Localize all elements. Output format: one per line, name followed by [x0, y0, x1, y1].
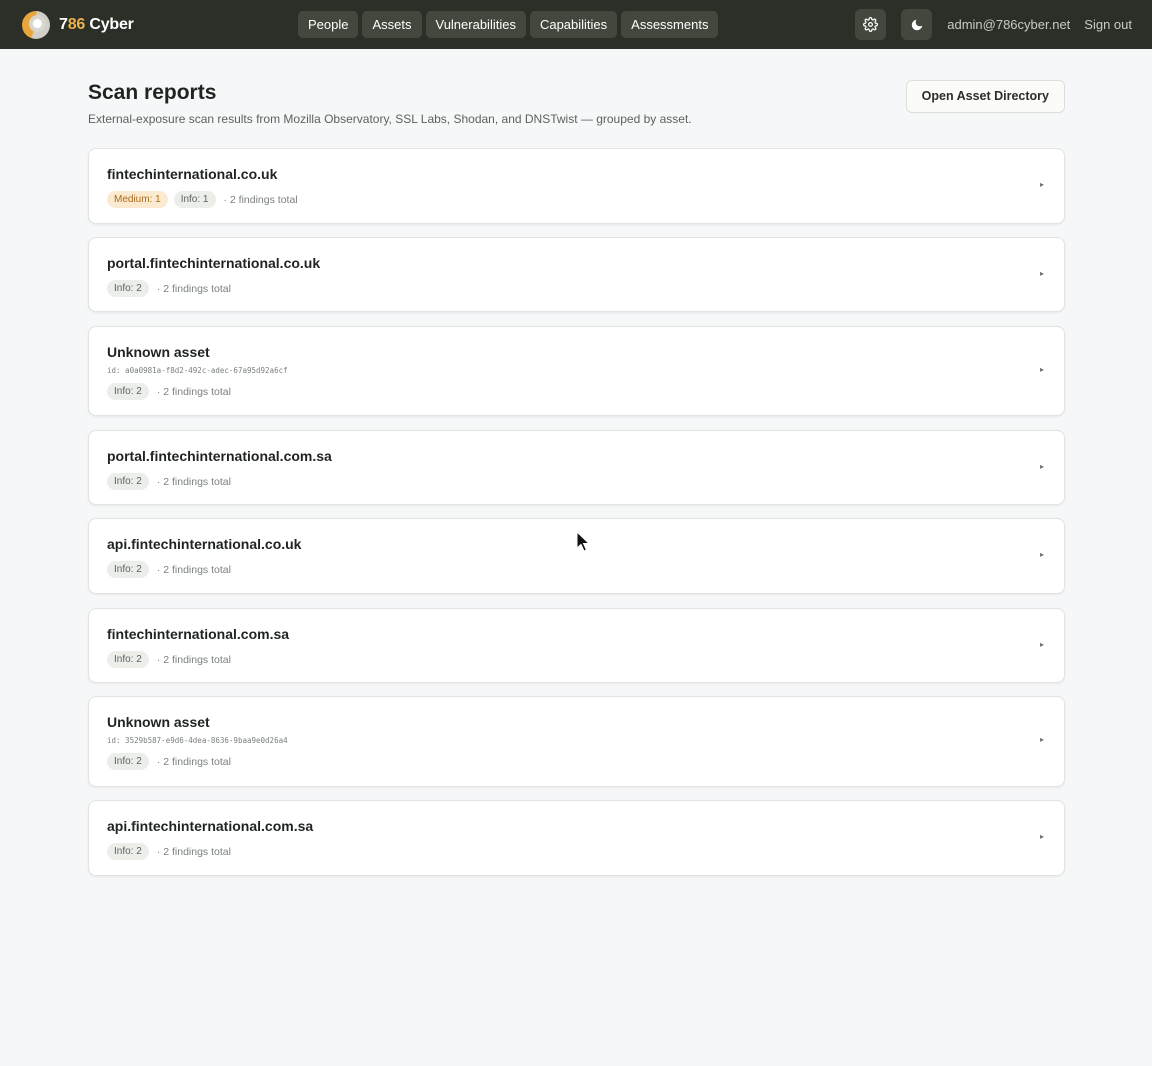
top-nav-bar: 786 Cyber People Assets Vulnerabilities …: [0, 0, 1152, 49]
nav-capabilities[interactable]: Capabilities: [529, 11, 618, 38]
nav-assessments[interactable]: Assessments: [621, 11, 719, 38]
page-title: Scan reports: [88, 81, 217, 104]
asset-name: fintechinternational.com.sa: [107, 626, 290, 642]
caret-right-icon: ▸: [1039, 269, 1044, 278]
findings-total: · 2 findings total: [156, 475, 231, 488]
nav-right: admin@786cyber.net Sign out: [855, 9, 1132, 40]
severity-badges: Info: 2 · 2 findings total: [107, 473, 231, 490]
badge-info: Info: 1: [173, 191, 216, 208]
asset-card[interactable]: api.fintechinternational.co.uk Info: 2 ·…: [88, 518, 1065, 594]
severity-badges: Info: 2 · 2 findings total: [107, 753, 231, 770]
caret-right-icon: ▸: [1039, 640, 1044, 649]
asset-id: id: a0a0981a-f8d2-492c-adec-67a95d92a6cf: [107, 366, 288, 375]
asset-name: api.fintechinternational.co.uk: [107, 536, 302, 552]
asset-name: portal.fintechinternational.co.uk: [107, 255, 321, 271]
severity-badges: Info: 2 · 2 findings total: [107, 561, 231, 578]
nav-people[interactable]: People: [298, 11, 359, 38]
findings-total: · 2 findings total: [156, 282, 231, 295]
caret-right-icon: ▸: [1039, 365, 1044, 374]
brand[interactable]: 786 Cyber: [22, 10, 292, 39]
severity-badges: Info: 2 · 2 findings total: [107, 651, 231, 668]
logo-icon: [22, 10, 50, 39]
badge-info: Info: 2: [107, 651, 149, 668]
badge-info: Info: 2: [107, 473, 149, 490]
asset-name: Unknown asset: [107, 344, 210, 360]
caret-right-icon: ▸: [1039, 550, 1044, 559]
theme-toggle-button[interactable]: [901, 9, 933, 40]
open-asset-directory-button[interactable]: Open Asset Directory: [905, 80, 1065, 113]
mouse-cursor-icon: [576, 531, 591, 552]
asset-id: id: 3529b587-e9d6-4dea-8636-9baa9e0d26a4: [107, 736, 288, 745]
asset-card[interactable]: Unknown asset id: 3529b587-e9d6-4dea-863…: [88, 696, 1065, 787]
asset-card[interactable]: fintechinternational.com.sa Info: 2 · 2 …: [88, 608, 1065, 683]
user-email: admin@786cyber.net: [947, 17, 1071, 32]
findings-total: · 2 findings total: [156, 653, 231, 666]
gear-icon: [863, 17, 879, 32]
badge-info: Info: 2: [107, 843, 149, 860]
caret-right-icon: ▸: [1039, 735, 1044, 744]
asset-name: portal.fintechinternational.com.sa: [107, 448, 332, 464]
main-content: Scan reports External-exposure scan resu…: [88, 49, 1065, 876]
sign-out-link[interactable]: Sign out: [1084, 17, 1132, 32]
badge-medium: Medium: 1: [107, 191, 168, 208]
severity-badges: Info: 2 · 2 findings total: [107, 280, 231, 297]
badge-info: Info: 2: [107, 280, 149, 297]
severity-badges: Medium: 1 Info: 1 · 2 findings total: [107, 191, 298, 208]
asset-card[interactable]: portal.fintechinternational.co.uk Info: …: [88, 237, 1065, 312]
settings-button[interactable]: [855, 9, 887, 40]
caret-right-icon: ▸: [1039, 462, 1044, 471]
page-header: Scan reports External-exposure scan resu…: [88, 49, 1065, 148]
findings-total: · 2 findings total: [223, 193, 298, 206]
asset-card[interactable]: Unknown asset id: a0a0981a-f8d2-492c-ade…: [88, 326, 1065, 416]
moon-icon: [911, 19, 922, 30]
badge-info: Info: 2: [107, 561, 149, 578]
caret-right-icon: ▸: [1039, 180, 1044, 189]
nav-assets[interactable]: Assets: [362, 11, 422, 38]
caret-right-icon: ▸: [1039, 832, 1044, 841]
asset-name: fintechinternational.co.uk: [107, 166, 278, 182]
page-subtitle: External-exposure scan results from Mozi…: [88, 112, 692, 126]
findings-total: · 2 findings total: [156, 385, 231, 398]
asset-name: Unknown asset: [107, 714, 210, 730]
main-nav: People Assets Vulnerabilities Capabiliti…: [298, 11, 719, 38]
findings-total: · 2 findings total: [156, 755, 231, 768]
asset-card[interactable]: api.fintechinternational.com.sa Info: 2 …: [88, 800, 1065, 876]
severity-badges: Info: 2 · 2 findings total: [107, 383, 231, 400]
asset-name: api.fintechinternational.com.sa: [107, 818, 314, 834]
severity-badges: Info: 2 · 2 findings total: [107, 843, 231, 860]
asset-card[interactable]: fintechinternational.co.uk Medium: 1 Inf…: [88, 148, 1065, 224]
brand-name: 786 Cyber: [59, 15, 134, 33]
asset-card[interactable]: portal.fintechinternational.com.sa Info:…: [88, 430, 1065, 505]
badge-info: Info: 2: [107, 753, 149, 770]
findings-total: · 2 findings total: [156, 845, 231, 858]
badge-info: Info: 2: [107, 383, 149, 400]
findings-total: · 2 findings total: [156, 563, 231, 576]
nav-vulnerabilities[interactable]: Vulnerabilities: [425, 11, 526, 38]
